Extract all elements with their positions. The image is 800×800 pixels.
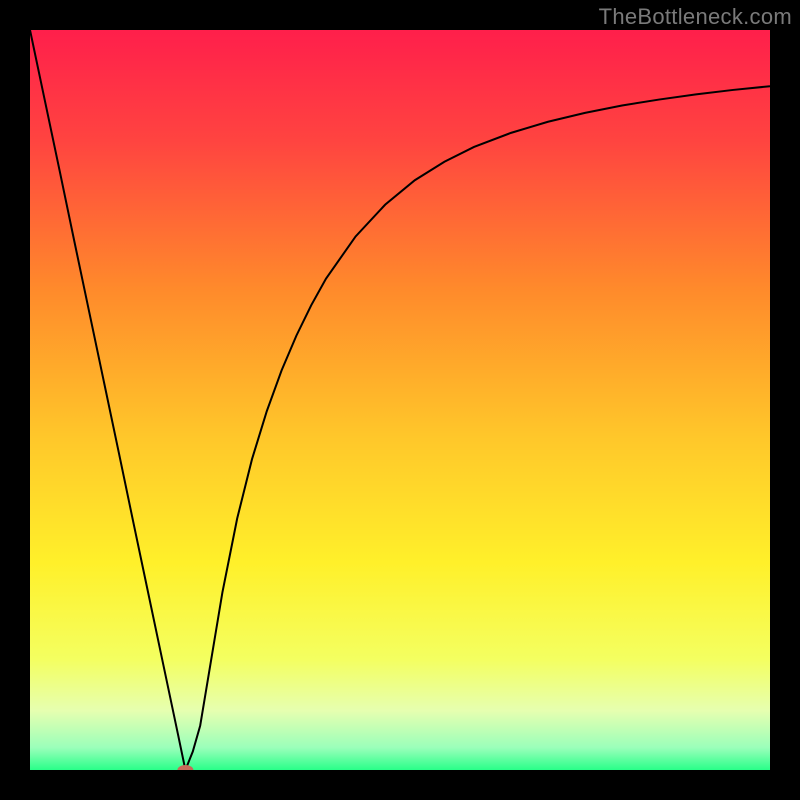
chart-container: TheBottleneck.com — [0, 0, 800, 800]
gradient-background — [30, 30, 770, 770]
attribution-text: TheBottleneck.com — [599, 4, 792, 30]
plot-svg — [30, 30, 770, 770]
